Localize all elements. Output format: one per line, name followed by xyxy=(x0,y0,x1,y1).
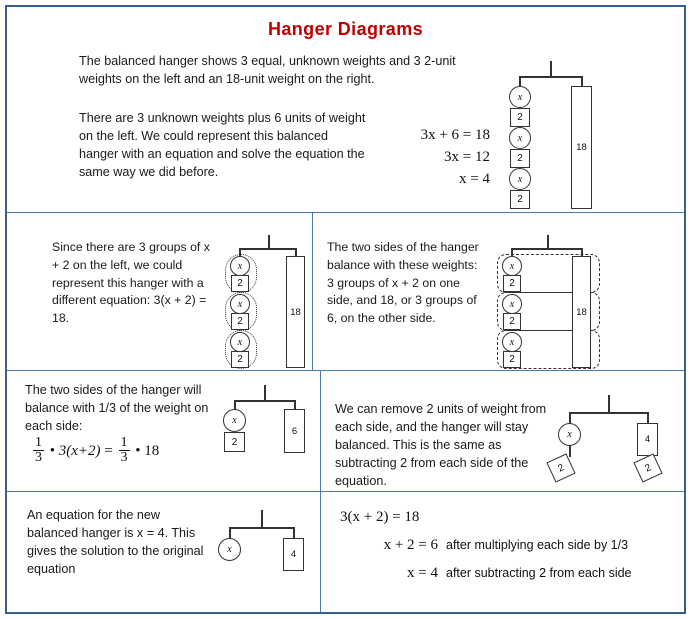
row3-right-hanger-diagram: x 2 4 2 xyxy=(545,395,675,490)
solution-step-equation-1: 3(x + 2) = 18 xyxy=(340,509,420,525)
weight-2: 2 xyxy=(224,432,245,452)
row1-equation-2: 3x = 12 xyxy=(444,149,490,165)
solution-step-row: x = 4 after subtracting 2 from each side xyxy=(340,565,670,582)
equals-sign: = xyxy=(104,442,113,459)
weight-2-2: 2 xyxy=(510,149,530,168)
solution-step-row: 3(x + 2) = 18 xyxy=(340,509,670,526)
row1-equation-1: 3x + 6 = 18 xyxy=(420,127,490,143)
weight-2-1: 2 xyxy=(231,275,249,292)
removed-weight-2-right: 2 xyxy=(633,453,663,483)
solution-step-note-2: after multiplying each side by 1/3 xyxy=(446,538,629,552)
fraction-one-third-right: 1 3 xyxy=(118,435,130,465)
row3-left-equation: 1 3 • 3(x+2) = 1 3 • 18 xyxy=(31,435,160,466)
weight-x: x xyxy=(223,409,246,432)
weight-x-1: x xyxy=(230,256,250,276)
hanger-post xyxy=(547,235,549,249)
fraction-denominator: 3 xyxy=(118,450,130,465)
weight-x-3: x xyxy=(509,168,531,190)
row4-left-hanger-diagram: x 4 xyxy=(205,510,325,580)
left-expression: 3(x+2) xyxy=(58,442,101,459)
hanger-beam xyxy=(569,412,649,414)
multiply-dot-left: • xyxy=(49,442,56,459)
weight-18: 18 xyxy=(571,86,592,209)
solution-step-equation-3: x = 4 xyxy=(407,565,438,581)
fraction-numerator: 1 xyxy=(35,435,42,450)
divider-row3-columns xyxy=(320,370,321,491)
row1-hanger-diagram: x 2 x 2 x 2 18 xyxy=(505,61,625,209)
weight-18: 18 xyxy=(572,256,591,368)
weight-2-1: 2 xyxy=(503,275,521,292)
page-title: Hanger Diagrams xyxy=(267,19,424,39)
hanger-beam xyxy=(519,76,583,78)
hanger-beam xyxy=(234,400,296,402)
removed-weight-value: 2 xyxy=(643,461,653,475)
weight-2-3: 2 xyxy=(231,351,249,368)
weight-x-2: x xyxy=(230,294,250,314)
solution-step-row: x + 2 = 6 after multiplying each side by… xyxy=(340,537,670,554)
hanger-post xyxy=(550,61,552,77)
removed-weight-value: 2 xyxy=(556,461,566,475)
row1-equation-list: 3x + 6 = 18 3x = 12 x = 4 xyxy=(375,127,490,188)
solution-step-equation-2: x + 2 = 6 xyxy=(383,537,438,553)
row3-right-paragraph: We can remove 2 units of weight from eac… xyxy=(335,402,547,488)
row2-right-paragraph: The two sides of the hanger balance with… xyxy=(327,240,479,326)
content-frame: Hanger Diagrams The balanced hanger show… xyxy=(5,5,686,614)
weight-2-2: 2 xyxy=(503,313,521,330)
weight-x-3: x xyxy=(230,332,250,352)
hanger-post xyxy=(608,395,610,413)
fraction-denominator: 3 xyxy=(33,450,44,465)
weight-4: 4 xyxy=(283,538,304,571)
weight-2-3: 2 xyxy=(510,190,530,209)
row2-left-hanger-diagram: x 2 x 2 x 2 18 xyxy=(221,235,321,369)
hanger-post xyxy=(264,385,266,401)
solution-step-note-3: after subtracting 2 from each side xyxy=(446,566,632,580)
row2-right-hanger-diagram: x 2 x 2 x 2 18 xyxy=(487,235,602,369)
fraction-one-third-left: 1 3 xyxy=(33,436,44,465)
weight-4: 4 xyxy=(637,423,658,456)
row4-left-paragraph: An equation for the new balanced hanger … xyxy=(27,508,204,576)
detached-string xyxy=(569,445,571,457)
weight-x-1: x xyxy=(509,86,531,108)
row1-equation-3: x = 4 xyxy=(459,171,490,187)
weight-2-3: 2 xyxy=(503,351,521,368)
weight-x: x xyxy=(558,423,581,446)
row4-right-solution-steps: 3(x + 2) = 18 x + 2 = 6 after multiplyin… xyxy=(340,509,670,582)
removed-weight-2-left: 2 xyxy=(546,453,576,483)
row1-paragraph-2: There are 3 unknown weights plus 6 units… xyxy=(79,111,366,179)
hanger-beam xyxy=(229,527,295,529)
weight-18: 18 xyxy=(286,256,305,368)
weight-x-2: x xyxy=(509,127,531,149)
weight-2-1: 2 xyxy=(510,108,530,127)
divider-row3-row4 xyxy=(7,491,684,492)
weight-x: x xyxy=(218,538,241,561)
right-expression: 18 xyxy=(144,442,160,459)
row1-paragraph-1: The balanced hanger shows 3 equal, unkno… xyxy=(79,54,456,86)
row3-left-paragraph: The two sides of the hanger will balance… xyxy=(25,383,209,433)
weight-x-3: x xyxy=(502,332,522,352)
row2-left-paragraph: Since there are 3 groups of x + 2 on the… xyxy=(52,240,210,326)
weight-x-1: x xyxy=(502,256,522,276)
divider-row2-row3 xyxy=(7,370,684,371)
row3-left-hanger-diagram: x 2 6 xyxy=(219,385,319,465)
weight-x-2: x xyxy=(502,294,522,314)
divider-row1-row2 xyxy=(7,212,684,213)
hanger-post xyxy=(268,235,270,249)
hanger-post xyxy=(261,510,263,528)
weight-6: 6 xyxy=(284,409,305,453)
weight-2-2: 2 xyxy=(231,313,249,330)
hanger-beam xyxy=(511,248,583,250)
hanger-diagrams-page: Hanger Diagrams The balanced hanger show… xyxy=(0,0,691,619)
multiply-dot-right: • xyxy=(135,442,141,459)
fraction-numerator: 1 xyxy=(120,435,128,450)
hanger-beam xyxy=(239,248,297,250)
